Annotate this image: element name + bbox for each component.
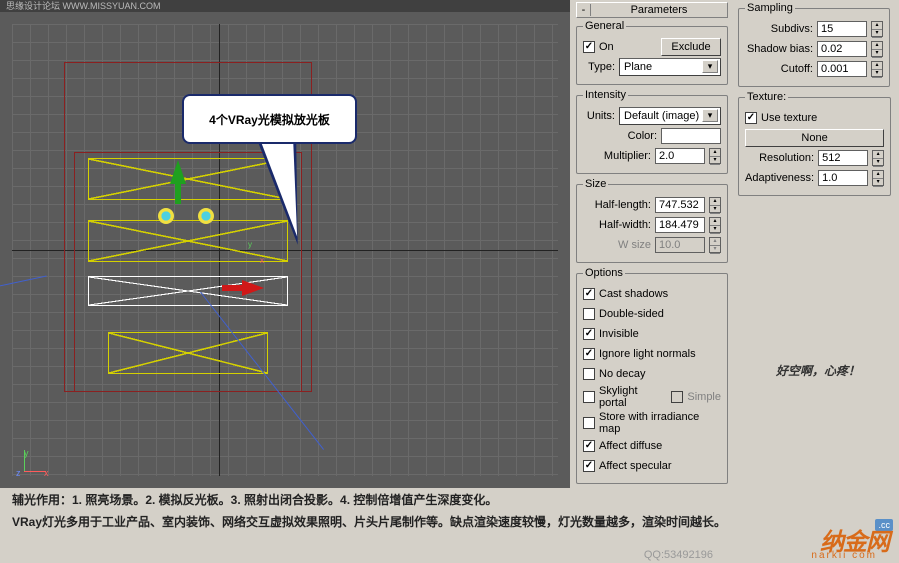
adaptiveness-label: Adaptiveness: (745, 172, 814, 184)
narkii-logo-sub: narkii com (811, 550, 877, 561)
halflength-spinner[interactable]: ▴▾ (709, 197, 721, 213)
side-comment: 好空啊，心疼！ (776, 362, 860, 379)
size-legend: Size (583, 178, 608, 190)
wsize-label: W size (583, 239, 651, 251)
collapse-icon[interactable]: - (577, 4, 591, 16)
adaptiveness-field[interactable]: 1.0 (818, 170, 868, 186)
move-gizmo-y[interactable] (170, 160, 186, 184)
units-dropdown[interactable]: Default (image) (619, 107, 721, 125)
color-label: Color: (583, 130, 657, 142)
texture-legend: Texture: (745, 91, 788, 103)
multiplier-label: Multiplier: (583, 150, 651, 162)
units-label: Units: (583, 110, 615, 122)
vraylight-rect-3[interactable] (108, 332, 268, 374)
affect-specular-checkbox[interactable] (583, 460, 595, 472)
rollout-header[interactable]: - Parameters (576, 2, 728, 18)
intensity-group: Intensity Units: Default (image) Color: … (576, 89, 728, 174)
on-label: On (599, 41, 657, 53)
resolution-spinner[interactable]: ▴▾ (872, 150, 884, 166)
texture-slot-button[interactable]: None (745, 129, 884, 147)
store-irr-checkbox[interactable] (583, 417, 595, 429)
general-group: General On Exclude Type: Plane (576, 20, 728, 85)
multiplier-spinner[interactable]: ▴▾ (709, 148, 721, 164)
cast-shadows-label: Cast shadows (599, 288, 668, 300)
qq-watermark: QQ:53492196 (644, 549, 713, 561)
vraylight-rect-1[interactable] (88, 158, 288, 200)
double-sided-checkbox[interactable] (583, 308, 595, 320)
simple-checkbox (671, 391, 683, 403)
skylight-checkbox[interactable] (583, 391, 595, 403)
subdivs-label: Subdivs: (745, 23, 813, 35)
shadow-bias-spinner[interactable]: ▴▾ (871, 41, 883, 57)
exclude-button[interactable]: Exclude (661, 38, 721, 56)
nodecay-checkbox[interactable] (583, 368, 595, 380)
caption-line-1: 辅光作用：1. 照亮场景。2. 模拟反光板。3. 照射出闭合投影。4. 控制倍增… (12, 490, 732, 512)
skylight-label: Skylight portal (599, 385, 667, 409)
caption-line-2: VRay灯光多用于工业产品、室内装饰、网络交互虚拟效果照明、片头片尾制作等。缺点… (12, 512, 732, 534)
double-sided-label: Double-sided (599, 308, 664, 320)
simple-label: Simple (687, 391, 721, 403)
shadow-bias-field[interactable]: 0.02 (817, 41, 867, 57)
halflength-field[interactable]: 747.532 (655, 197, 705, 213)
texture-group: Texture: Use texture None Resolution: 512… (738, 91, 891, 196)
resolution-field[interactable]: 512 (818, 150, 868, 166)
rollout-title: Parameters (591, 4, 727, 16)
sun-icon-2 (198, 208, 214, 224)
cast-shadows-checkbox[interactable] (583, 288, 595, 300)
options-group: Options Cast shadows Double-sided Invisi… (576, 267, 728, 484)
affect-diffuse-checkbox[interactable] (583, 440, 595, 452)
invisible-checkbox[interactable] (583, 328, 595, 340)
halfwidth-field[interactable]: 184.479 (655, 217, 705, 233)
general-legend: General (583, 20, 626, 32)
sampling-group: Sampling Subdivs:15▴▾ Shadow bias:0.02▴▾… (738, 2, 890, 87)
halfwidth-spinner[interactable]: ▴▾ (709, 217, 721, 233)
adaptiveness-spinner[interactable]: ▴▾ (872, 170, 884, 186)
use-texture-label: Use texture (761, 112, 817, 124)
on-checkbox[interactable] (583, 41, 595, 53)
use-texture-checkbox[interactable] (745, 112, 757, 124)
color-swatch[interactable] (661, 128, 721, 144)
cutoff-label: Cutoff: (745, 63, 813, 75)
subdivs-field[interactable]: 15 (817, 21, 867, 37)
parameters-panel: - Parameters General On Exclude Type: Pl… (572, 0, 732, 488)
nodecay-label: No decay (599, 368, 645, 380)
ignore-normals-checkbox[interactable] (583, 348, 595, 360)
invisible-label: Invisible (599, 328, 639, 340)
size-group: Size Half-length: 747.532 ▴▾ Half-width:… (576, 178, 728, 263)
store-irr-label: Store with irradiance map (599, 411, 721, 435)
halfwidth-label: Half-width: (583, 219, 651, 231)
shadow-bias-label: Shadow bias: (745, 43, 813, 55)
ignore-normals-label: Ignore light normals (599, 348, 696, 360)
viewport[interactable]: yx 4个VRay光模拟放光板 yxz (0, 12, 570, 488)
options-legend: Options (583, 267, 625, 279)
caption-text: 辅光作用：1. 照亮场景。2. 模拟反光板。3. 照射出闭合投影。4. 控制倍增… (12, 490, 732, 533)
sun-icon-1 (158, 208, 174, 224)
resolution-label: Resolution: (745, 152, 814, 164)
type-dropdown[interactable]: Plane (619, 58, 721, 76)
sampling-legend: Sampling (745, 2, 795, 14)
affect-specular-label: Affect specular (599, 460, 672, 472)
halflength-label: Half-length: (583, 199, 651, 211)
annotation-callout: 4个VRay光模拟放光板 (182, 94, 357, 144)
vraylight-rect-2[interactable] (88, 220, 288, 262)
intensity-legend: Intensity (583, 89, 628, 101)
affect-diffuse-label: Affect diffuse (599, 440, 662, 452)
sampling-texture-panel: Sampling Subdivs:15▴▾ Shadow bias:0.02▴▾… (734, 0, 894, 200)
subdivs-spinner[interactable]: ▴▾ (871, 21, 883, 37)
cutoff-spinner[interactable]: ▴▾ (871, 61, 883, 77)
watermark-bar: 思缘设计论坛 WWW.MISSYUAN.COM (0, 0, 570, 12)
wsize-field: 10.0 (655, 237, 705, 253)
type-label: Type: (583, 61, 615, 73)
multiplier-field[interactable]: 2.0 (655, 148, 705, 164)
cutoff-field[interactable]: 0.001 (817, 61, 867, 77)
move-gizmo-x[interactable] (242, 280, 264, 296)
wsize-spinner: ▴▾ (709, 237, 721, 253)
